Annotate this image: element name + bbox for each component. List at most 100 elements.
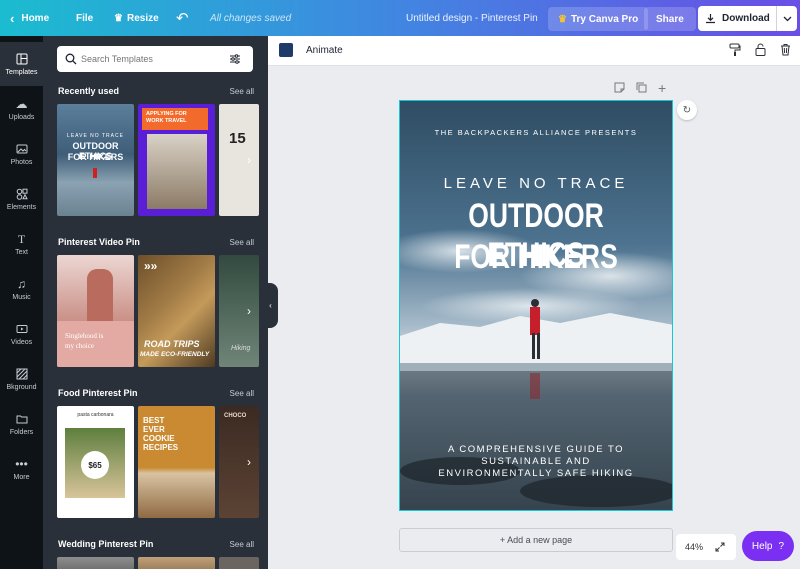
chevron-right-icon[interactable]: › bbox=[247, 304, 251, 318]
home-button[interactable]: ‹ Home bbox=[10, 0, 49, 36]
music-icon: ♫ bbox=[17, 276, 26, 291]
search-box[interactable] bbox=[57, 46, 253, 72]
price-badge: $65 bbox=[81, 451, 109, 479]
search-icon bbox=[65, 53, 77, 65]
video-thumb[interactable]: Singlehood is my choice bbox=[57, 255, 134, 367]
add-new-page-button[interactable]: + Add a new page bbox=[399, 528, 673, 552]
template-thumb[interactable] bbox=[57, 557, 134, 569]
elements-icon bbox=[16, 188, 28, 200]
help-button[interactable]: Help ? bbox=[742, 531, 794, 561]
video-thumb[interactable]: Hiking bbox=[219, 255, 259, 367]
rail-item-music[interactable]: ♫ Music bbox=[0, 267, 43, 311]
rail-item-text[interactable]: T Text bbox=[0, 222, 43, 266]
hiker-figure bbox=[93, 168, 97, 178]
chevron-right-icon[interactable]: › bbox=[247, 455, 251, 469]
question-icon: ? bbox=[778, 540, 785, 552]
expand-icon[interactable] bbox=[715, 542, 725, 552]
photo-icon bbox=[16, 144, 27, 153]
template-thumb[interactable]: 15 bbox=[219, 104, 259, 216]
rail-item-photos[interactable]: Photos bbox=[0, 132, 43, 176]
rail-label: Folders bbox=[9, 428, 34, 436]
chevron-left-icon: ‹ bbox=[10, 10, 15, 26]
rail-item-folders[interactable]: Folders bbox=[0, 402, 43, 446]
rail-item-more[interactable]: ••• More bbox=[0, 447, 43, 491]
zoom-control[interactable]: 44% bbox=[676, 534, 736, 560]
template-thumb[interactable] bbox=[219, 557, 259, 569]
refresh-icon[interactable]: ↻ bbox=[677, 100, 697, 120]
animate-button[interactable]: Animate bbox=[306, 45, 343, 56]
folder-icon bbox=[16, 415, 27, 423]
page-note-icon[interactable] bbox=[614, 82, 625, 96]
lock-icon[interactable] bbox=[755, 43, 766, 59]
design-page[interactable]: THE BACKPACKERS ALLIANCE PRESENTS LEAVE … bbox=[399, 100, 673, 511]
undo-icon[interactable]: ↶ bbox=[176, 0, 189, 36]
paint-roller-icon[interactable] bbox=[729, 43, 741, 59]
trash-icon[interactable] bbox=[780, 43, 791, 59]
home-label: Home bbox=[21, 12, 50, 24]
design-bottom-text-2[interactable]: SUSTAINABLE AND bbox=[400, 456, 672, 467]
download-label: Download bbox=[722, 13, 770, 24]
thumb-text: RECIPES bbox=[143, 443, 179, 452]
rail-label: Bkground bbox=[6, 383, 37, 391]
design-title-line2[interactable]: FOR HIKERS bbox=[430, 238, 642, 277]
video-thumb[interactable]: »» ROAD TRIPS MADE ECO-FRIENDLY bbox=[138, 255, 215, 367]
text-icon: T bbox=[17, 231, 26, 246]
filter-icon[interactable] bbox=[229, 53, 241, 65]
templates-icon bbox=[16, 53, 27, 64]
see-all-link[interactable]: See all bbox=[230, 87, 254, 96]
chevron-down-icon bbox=[783, 16, 791, 21]
try-canva-pro-button[interactable]: ♛ Try Canva Pro bbox=[548, 7, 649, 31]
template-thumb[interactable]: CHOCO bbox=[219, 406, 259, 518]
rail-item-background[interactable]: Bkground bbox=[0, 357, 43, 401]
thumb-text: APPLYING FOR bbox=[146, 111, 187, 117]
see-all-link[interactable]: See all bbox=[230, 540, 254, 549]
rail-label: Uploads bbox=[8, 113, 35, 121]
thumb-text: my choice bbox=[65, 342, 94, 350]
rail-item-uploads[interactable]: ☁ Uploads bbox=[0, 87, 43, 131]
see-all-link[interactable]: See all bbox=[230, 238, 254, 247]
rail-label: Photos bbox=[10, 158, 33, 166]
chevron-right-icon[interactable]: › bbox=[247, 153, 251, 167]
rail-label: Elements bbox=[6, 203, 37, 211]
collapse-panel-button[interactable]: ‹ bbox=[263, 283, 278, 328]
rail-label: Videos bbox=[10, 338, 33, 346]
search-input[interactable] bbox=[81, 54, 221, 64]
section-title: Recently used bbox=[58, 86, 120, 96]
thumb-figure bbox=[87, 269, 113, 324]
templates-panel: Recently used See all LEAVE NO TRACE OUT… bbox=[43, 36, 268, 569]
double-chevron-icon: »» bbox=[144, 259, 158, 273]
duplicate-page-icon[interactable] bbox=[636, 82, 647, 96]
chevron-left-icon: ‹ bbox=[269, 301, 272, 310]
rail-item-elements[interactable]: Elements bbox=[0, 177, 43, 221]
thumb-text: 15 bbox=[229, 130, 246, 147]
save-status: All changes saved bbox=[210, 12, 292, 24]
template-thumb[interactable]: pasta carbonara $65 bbox=[57, 406, 134, 518]
template-thumb[interactable]: LEAVE NO TRACE OUTDOOR ETHICS FOR HIKERS bbox=[57, 104, 134, 216]
thumb-text: COOKIE bbox=[143, 434, 175, 443]
design-title[interactable]: Untitled design - Pinterest Pin bbox=[406, 0, 538, 36]
rail-item-templates[interactable]: Templates bbox=[0, 42, 43, 86]
thumb-text: ROAD TRIPS bbox=[144, 339, 200, 349]
try-pro-label: Try Canva Pro bbox=[570, 13, 639, 25]
rail-item-videos[interactable]: Videos bbox=[0, 312, 43, 356]
hiker-backpack bbox=[530, 307, 540, 335]
download-options-button[interactable] bbox=[776, 6, 797, 31]
template-thumb[interactable] bbox=[138, 557, 215, 569]
thumb-text: FOR HIKERS bbox=[67, 152, 124, 162]
design-org-text[interactable]: THE BACKPACKERS ALLIANCE PRESENTS bbox=[400, 128, 672, 137]
thumb-text: Hiking bbox=[231, 345, 251, 352]
template-thumb[interactable]: BEST EVER COOKIE RECIPES bbox=[138, 406, 215, 518]
rail-label: Templates bbox=[5, 68, 38, 76]
share-button[interactable]: Share bbox=[644, 7, 696, 31]
resize-button[interactable]: ♛ Resize bbox=[114, 0, 159, 36]
template-thumb[interactable]: APPLYING FOR WORK TRAVEL bbox=[138, 104, 215, 216]
design-bottom-text-1[interactable]: A COMPREHENSIVE GUIDE TO bbox=[400, 444, 672, 455]
download-button[interactable]: Download bbox=[698, 6, 776, 31]
see-all-link[interactable]: See all bbox=[230, 389, 254, 398]
add-page-icon[interactable]: + bbox=[658, 80, 666, 96]
file-menu[interactable]: File bbox=[76, 0, 93, 36]
crown-icon: ♛ bbox=[558, 13, 567, 25]
design-subtitle-text[interactable]: LEAVE NO TRACE bbox=[400, 175, 672, 192]
design-bottom-text-3[interactable]: ENVIRONMENTALLY SAFE HIKING bbox=[400, 468, 672, 479]
color-swatch[interactable] bbox=[279, 43, 293, 57]
